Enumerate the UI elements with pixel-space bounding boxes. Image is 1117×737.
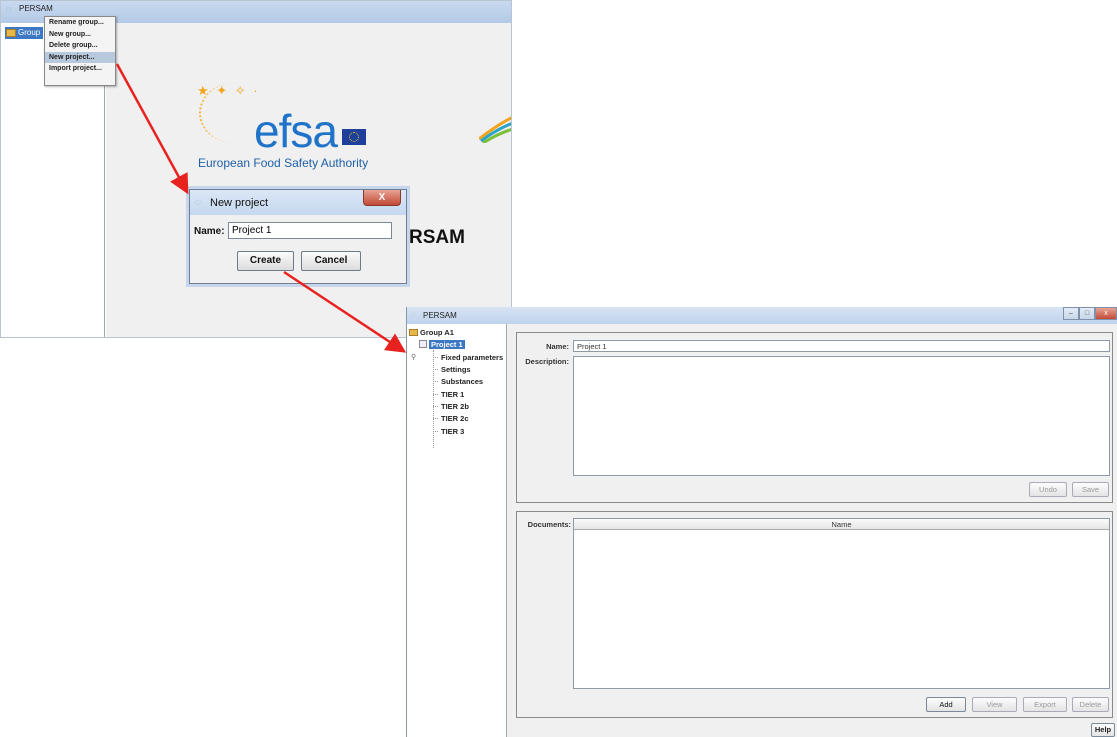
create-button[interactable]: Create xyxy=(237,251,294,271)
tree-item-label: Project 1 xyxy=(429,340,465,349)
undo-button[interactable]: Undo xyxy=(1029,482,1067,497)
project-details-panel: Name: Project 1 Description: Undo Save xyxy=(516,332,1113,503)
tree-item-settings[interactable]: Settings xyxy=(441,365,471,374)
tree-item-substances[interactable]: Substances xyxy=(441,377,483,386)
export-button[interactable]: Export xyxy=(1023,697,1067,712)
menu-item-import-project[interactable]: Import project... xyxy=(45,63,115,75)
dialog-title: New project xyxy=(210,197,269,209)
project-name-field[interactable]: Project 1 xyxy=(573,340,1110,352)
close-icon[interactable]: x xyxy=(1095,307,1117,320)
help-button[interactable]: Help xyxy=(1091,723,1115,737)
menu-item-rename-group[interactable]: Rename group... xyxy=(45,17,115,29)
documents-table[interactable]: Name xyxy=(573,518,1110,689)
menu-item-delete-group[interactable]: Delete group... xyxy=(45,40,115,52)
tree-item-group[interactable]: Group A1 xyxy=(409,328,454,337)
project-tree: Group A1 ⚲ Project 1 Fixed parameters Se… xyxy=(407,324,507,737)
title-bar: ◌ PERSAM – □ x xyxy=(407,307,1117,324)
name-label: Name: xyxy=(194,226,225,237)
tree-item-label: Group xyxy=(18,28,41,37)
tree-connector xyxy=(433,431,438,432)
documents-panel: Documents: Name Add View Export Delete xyxy=(516,511,1113,718)
tree-connector xyxy=(433,394,438,395)
tree-guide-line xyxy=(433,350,434,448)
view-button[interactable]: View xyxy=(972,697,1017,712)
documents-label: Documents: xyxy=(527,520,571,529)
tree-item-tier1[interactable]: TIER 1 xyxy=(441,390,464,399)
expand-handle-icon[interactable]: ⚲ xyxy=(411,353,416,361)
folder-icon xyxy=(409,329,418,336)
name-label: Name: xyxy=(546,342,569,351)
maximize-icon[interactable]: □ xyxy=(1079,307,1095,320)
minimize-icon[interactable]: – xyxy=(1063,307,1079,320)
tree-connector xyxy=(433,418,438,419)
window-title: PERSAM xyxy=(423,311,457,320)
tree-item-tier3[interactable]: TIER 3 xyxy=(441,427,464,436)
swoosh-logo xyxy=(479,116,511,143)
persam-window-front: ◌ PERSAM – □ x Group A1 ⚲ Project 1 Fixe… xyxy=(406,307,1117,737)
description-textarea[interactable] xyxy=(573,356,1110,476)
description-label: Description: xyxy=(525,357,569,366)
efsa-logo-text: efsa xyxy=(254,105,338,157)
app-icon: ◌ xyxy=(411,310,416,319)
delete-button[interactable]: Delete xyxy=(1072,697,1109,712)
project-name-input[interactable] xyxy=(228,222,392,239)
splash-area xyxy=(106,23,511,337)
tree-connector xyxy=(433,369,438,370)
folder-icon xyxy=(6,29,16,37)
project-icon xyxy=(419,340,427,348)
window-title: PERSAM xyxy=(19,4,53,13)
tree-connector xyxy=(433,406,438,407)
new-project-dialog: ◌ New project X Name: Create Cancel xyxy=(189,189,407,284)
app-icon: ◌ xyxy=(195,197,201,208)
dialog-title-bar: ◌ New project X xyxy=(190,190,406,215)
tree-connector xyxy=(433,357,438,358)
column-header-name[interactable]: Name xyxy=(574,519,1109,530)
tree-item-group[interactable]: Group xyxy=(5,27,44,39)
tree-item-fixed-parameters[interactable]: Fixed parameters xyxy=(441,353,503,362)
save-button[interactable]: Save xyxy=(1072,482,1109,497)
cancel-button[interactable]: Cancel xyxy=(301,251,361,271)
close-button[interactable]: X xyxy=(363,190,401,206)
menu-item-new-project[interactable]: New project... xyxy=(45,51,115,63)
splash-title: RSAM xyxy=(409,227,465,248)
tree-item-tier2b[interactable]: TIER 2b xyxy=(441,402,469,411)
efsa-subtitle: European Food Safety Authority xyxy=(198,156,369,170)
menu-item-new-group[interactable]: New group... xyxy=(45,29,115,41)
app-icon: ◌ xyxy=(6,4,12,14)
context-menu: Rename group... New group... Delete grou… xyxy=(44,16,116,86)
window-controls: – □ x xyxy=(1063,307,1117,320)
eu-flag-icon xyxy=(342,129,366,145)
tree-item-tier2c[interactable]: TIER 2c xyxy=(441,414,469,423)
tree-item-project[interactable]: Project 1 xyxy=(419,340,465,349)
tree-item-label: Group A1 xyxy=(420,328,454,337)
add-button[interactable]: Add xyxy=(926,697,966,712)
tree-connector xyxy=(433,381,438,382)
